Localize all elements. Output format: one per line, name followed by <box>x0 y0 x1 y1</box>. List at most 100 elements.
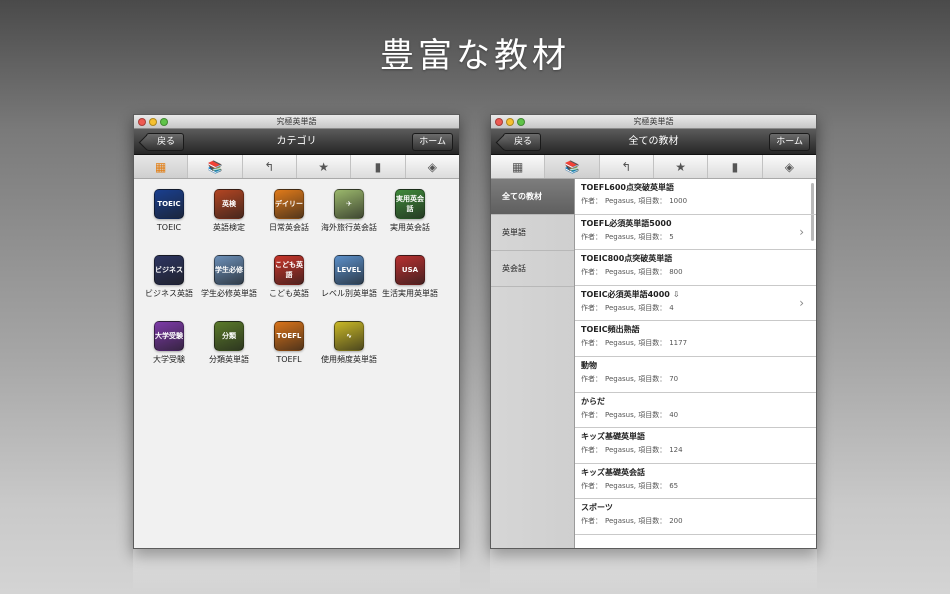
window-reflection <box>133 549 460 594</box>
material-author: Pegasus <box>605 232 634 241</box>
toolbar-tab-notebook[interactable]: ▮ <box>351 155 406 178</box>
material-meta: 作者： Pegasus, 項目数： 40 <box>581 408 816 422</box>
sidebar-item[interactable]: 全ての教材 <box>491 179 574 215</box>
toolbar-tab-books[interactable]: 📚 <box>188 155 243 178</box>
list-item[interactable]: 動物 作者： Pegasus, 項目数： 70 <box>575 357 816 393</box>
category-label: 使用頻度英単語 <box>321 355 377 364</box>
material-title-text: TOEIC800点突破英単語 <box>581 254 673 264</box>
close-window-button[interactable] <box>495 118 503 126</box>
category-icon-text: TOEIC <box>157 200 181 208</box>
back-button[interactable]: 戻る <box>503 133 542 151</box>
material-count: 5 <box>669 232 674 241</box>
split-view: 全ての教材 英単語 英会話 TOEFL600点突破英単語 作者： Pegasus, 項目… <box>491 179 816 548</box>
material-title-text: 動物 <box>581 360 597 370</box>
category-label: 実用英会話 <box>390 223 430 232</box>
material-meta: 作者： Pegasus, 項目数： 800 <box>581 265 816 279</box>
count-prefix: 項目数： <box>638 339 667 348</box>
count-prefix: 項目数： <box>638 410 667 419</box>
home-button[interactable]: ホーム <box>769 133 810 151</box>
category-item[interactable]: こども英語 こども英語 <box>258 255 320 299</box>
category-item[interactable]: TOEIC TOEIC <box>138 189 200 233</box>
category-item[interactable]: USA 生活実用英単語 <box>379 255 441 299</box>
category-item[interactable]: 大学受験 大学受験 <box>138 321 200 365</box>
toolbar-tab-box[interactable]: ◈ <box>763 155 816 178</box>
list-item[interactable]: スポーツ 作者： Pegasus, 項目数： 200 <box>575 499 816 535</box>
material-title-text: TOEFL600点突破英単語 <box>581 183 674 192</box>
material-count: 1000 <box>669 197 688 205</box>
count-prefix: 項目数： <box>638 481 667 490</box>
category-item[interactable]: 分類 分類英単語 <box>198 321 260 365</box>
toolbar-tab-history[interactable]: ↰ <box>243 155 297 178</box>
chevron-right-icon[interactable]: › <box>799 225 804 239</box>
material-title: キッズ基礎英会話 <box>581 467 816 479</box>
close-window-button[interactable] <box>138 118 146 126</box>
list-item[interactable]: TOEIC800点突破英単語 作者： Pegasus, 項目数： 800 <box>575 250 816 286</box>
toolbar-tab-books[interactable]: 📚 <box>545 155 600 178</box>
home-button[interactable]: ホーム <box>412 133 453 151</box>
toolbar-tab-grid[interactable]: ▦ <box>134 155 189 178</box>
category-item[interactable]: ∿ 使用頻度英単語 <box>318 321 380 365</box>
list-item[interactable]: からだ 作者： Pegasus, 項目数： 40 <box>575 393 816 429</box>
list-item[interactable]: TOEFL必須英単語5000 作者： Pegasus, 項目数： 5 › <box>575 215 816 251</box>
category-item[interactable]: LEVEL レベル別英単語 <box>318 255 380 299</box>
material-author: Pegasus <box>605 374 634 383</box>
author-prefix: 作者： <box>581 410 602 419</box>
sidebar-item[interactable]: 英会話 <box>491 251 574 287</box>
category-icon-text: デイリー <box>275 200 303 208</box>
material-title: TOEFL必須英単語5000 <box>581 218 816 230</box>
material-author: Pegasus <box>605 446 634 455</box>
list-item[interactable]: TOEIC頻出熟語 作者： Pegasus, 項目数： 1177 <box>575 321 816 357</box>
download-icon[interactable]: ⇩ <box>673 290 680 299</box>
category-item[interactable]: デイリー 日常英会話 <box>258 189 320 233</box>
list-item[interactable]: キッズ基礎英単語 作者： Pegasus, 項目数： 124 <box>575 428 816 464</box>
chevron-right-icon[interactable]: › <box>799 296 804 310</box>
count-prefix: 項目数： <box>638 232 667 241</box>
count-prefix: 項目数： <box>638 446 667 455</box>
material-count: 65 <box>669 481 679 490</box>
star-icon: ★ <box>675 159 687 174</box>
box-icon: ◈ <box>427 159 437 174</box>
toolbar-tab-box[interactable]: ◈ <box>406 155 459 178</box>
list-item[interactable]: キッズ基礎英会話 作者： Pegasus, 項目数： 65 <box>575 464 816 500</box>
category-item[interactable]: ビジネス ビジネス英語 <box>138 255 200 299</box>
category-item[interactable]: 学生必修 学生必修英単語 <box>198 255 260 299</box>
list-item[interactable]: TOEFL600点突破英単語 作者： Pegasus, 項目数： 1000 <box>575 179 816 215</box>
author-prefix: 作者： <box>581 303 602 312</box>
list-item[interactable]: TOEIC必須英単語4000 ⇩ 作者： Pegasus, 項目数： 4 › <box>575 286 816 322</box>
material-count: 70 <box>669 374 679 383</box>
category-label: 日常英会話 <box>269 223 309 232</box>
frequency-icon: ∿ <box>334 321 364 351</box>
student-icon: 学生必修 <box>214 255 244 285</box>
material-meta: 作者： Pegasus, 項目数： 65 <box>581 479 816 493</box>
toeic-icon: TOEIC <box>154 189 184 219</box>
box-icon: ◈ <box>784 159 794 174</box>
material-count: 124 <box>669 446 683 455</box>
material-author: Pegasus <box>605 481 634 490</box>
minimize-window-button[interactable] <box>149 118 157 126</box>
toolbar-tab-grid[interactable]: ▦ <box>491 155 546 178</box>
back-button[interactable]: 戻る <box>146 133 185 151</box>
toolbar-tab-star[interactable]: ★ <box>654 155 709 178</box>
category-item[interactable]: 英検 英語検定 <box>198 189 260 233</box>
toolbar-tab-notebook[interactable]: ▮ <box>708 155 763 178</box>
category-label: 大学受験 <box>153 355 185 364</box>
material-title: からだ <box>581 396 816 408</box>
category-icon-text: 英検 <box>222 200 236 208</box>
minimize-window-button[interactable] <box>506 118 514 126</box>
material-title-text: TOEIC必須英単語4000 <box>581 289 670 299</box>
zoom-window-button[interactable] <box>160 118 168 126</box>
author-prefix: 作者： <box>581 232 602 241</box>
zoom-window-button[interactable] <box>517 118 525 126</box>
toolbar-tab-history[interactable]: ↰ <box>600 155 654 178</box>
category-item[interactable]: TOEFL TOEFL <box>258 321 320 365</box>
tab-toolbar: ▦ 📚 ↰ ★ ▮ ◈ <box>134 155 459 179</box>
material-title: TOEIC800点突破英単語 <box>581 253 816 265</box>
sidebar-item[interactable]: 英単語 <box>491 215 574 251</box>
category-item[interactable]: 実用英会話 実用英会話 <box>379 189 441 233</box>
nav-bar: 戻る カテゴリ ホーム <box>134 129 459 155</box>
toolbar-tab-star[interactable]: ★ <box>297 155 352 178</box>
material-title-text: TOEFL必須英単語5000 <box>581 218 672 228</box>
materials-list[interactable]: TOEFL600点突破英単語 作者： Pegasus, 項目数： 1000 TOEFL必… <box>575 179 816 548</box>
material-title: キッズ基礎英単語 <box>581 431 816 443</box>
category-item[interactable]: ✈ 海外旅行英会話 <box>318 189 380 233</box>
